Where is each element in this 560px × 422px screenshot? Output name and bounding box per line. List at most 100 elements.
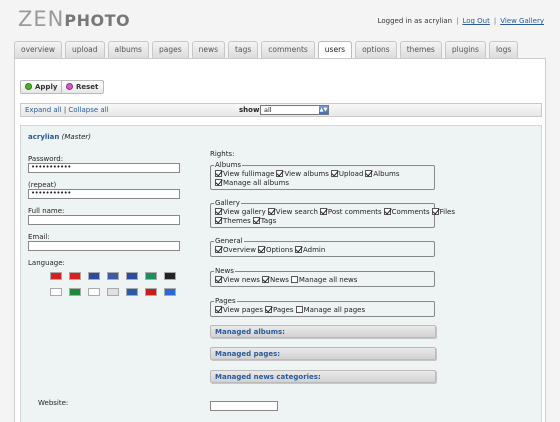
right-option[interactable]: Albums	[365, 170, 399, 178]
right-option[interactable]: View gallery	[215, 208, 266, 216]
flag-icon[interactable]	[145, 288, 157, 296]
tab-upload[interactable]: upload	[65, 41, 105, 58]
checkbox[interactable]	[330, 170, 338, 177]
user-role: (Master)	[61, 133, 92, 141]
right-option[interactable]: Manage all pages	[295, 306, 365, 314]
user-heading: acrylian (Master)	[28, 133, 91, 141]
flag-icon[interactable]	[164, 288, 176, 296]
password-input[interactable]: •••••••••••	[28, 163, 180, 173]
website-input[interactable]	[210, 401, 278, 411]
checkbox[interactable]	[252, 217, 260, 224]
right-option[interactable]: Manage all albums	[215, 179, 289, 187]
tab-themes[interactable]: themes	[399, 41, 442, 58]
right-option[interactable]: News	[261, 276, 289, 284]
checkbox[interactable]	[215, 179, 222, 186]
right-option[interactable]: Options	[257, 246, 293, 254]
flag-icon[interactable]	[69, 272, 81, 280]
checkbox-label: View news	[223, 276, 260, 284]
checkbox[interactable]	[215, 170, 222, 177]
right-option[interactable]: Pages	[264, 306, 294, 314]
show-select[interactable]: all ▲▼	[260, 105, 329, 115]
reset-button[interactable]: Reset	[61, 80, 105, 94]
right-option[interactable]: View fullimage	[215, 170, 274, 178]
flag-icon[interactable]	[50, 272, 62, 280]
collapse-all-link[interactable]: Collapse all	[68, 106, 108, 114]
rights-group-legend: Pages	[214, 297, 237, 305]
right-option[interactable]: Admin	[294, 246, 326, 254]
flag-icon[interactable]	[126, 288, 138, 296]
apply-label: Apply	[35, 83, 58, 91]
tab-plugins[interactable]: plugins	[444, 41, 486, 58]
flag-icon[interactable]	[88, 288, 100, 296]
tab-comments[interactable]: comments	[261, 41, 315, 58]
tab-users[interactable]: users	[317, 41, 353, 59]
tab-news[interactable]: news	[191, 41, 226, 58]
checkbox-label: Overview	[223, 246, 256, 254]
tab-overview[interactable]: overview	[14, 41, 62, 58]
checkbox[interactable]	[215, 306, 222, 313]
right-option[interactable]: Tags	[252, 217, 276, 225]
checkbox-label: Albums	[373, 170, 400, 178]
rights-group-legend: Gallery	[214, 199, 241, 207]
tab-albums[interactable]: albums	[107, 41, 149, 58]
managed-section-0[interactable]: Managed albums:	[210, 325, 436, 338]
checkbox[interactable]	[319, 208, 327, 215]
checkbox[interactable]	[365, 170, 373, 177]
logout-link[interactable]: Log Out	[462, 17, 489, 25]
checkbox[interactable]	[295, 306, 303, 313]
flag-icon[interactable]	[88, 272, 100, 280]
right-option[interactable]: View pages	[215, 306, 263, 314]
right-option[interactable]: Comments	[383, 208, 430, 216]
tab-pages[interactable]: pages	[151, 41, 189, 58]
checkbox[interactable]	[215, 208, 222, 215]
tab-options[interactable]: options	[355, 41, 397, 58]
reset-label: Reset	[76, 83, 99, 91]
flag-icon[interactable]	[164, 272, 176, 280]
right-option[interactable]: Themes	[215, 217, 251, 225]
view-gallery-link[interactable]: View Gallery	[500, 17, 544, 25]
flag-icon[interactable]	[107, 272, 119, 280]
flag-icon[interactable]	[126, 272, 138, 280]
checkbox[interactable]	[257, 246, 265, 253]
fullname-label: Full name:	[28, 207, 65, 215]
right-option[interactable]: Post comments	[319, 208, 382, 216]
flag-icon[interactable]	[107, 288, 119, 296]
checkbox[interactable]	[264, 306, 272, 313]
checkbox[interactable]	[261, 276, 269, 283]
checkbox[interactable]	[215, 217, 222, 224]
apply-button[interactable]: Apply	[20, 80, 64, 94]
rights-group-legend: General	[214, 237, 244, 245]
right-option[interactable]: View news	[215, 276, 260, 284]
managed-section-1[interactable]: Managed pages:	[210, 347, 436, 360]
right-option[interactable]: Manage all news	[290, 276, 357, 284]
checkbox[interactable]	[431, 208, 439, 215]
right-option[interactable]: Upload	[330, 170, 363, 178]
email-input[interactable]	[28, 241, 180, 251]
right-option[interactable]: Overview	[215, 246, 256, 254]
checkbox-label: Themes	[223, 217, 251, 225]
right-option[interactable]: Files	[431, 208, 455, 216]
flag-icon[interactable]	[145, 272, 157, 280]
right-option[interactable]: View search	[267, 208, 318, 216]
fullname-input[interactable]	[28, 215, 180, 225]
right-option[interactable]: View albums	[276, 170, 329, 178]
check-icon	[25, 83, 32, 90]
password-repeat-input[interactable]: •••••••••••	[28, 189, 180, 199]
checkbox[interactable]	[290, 276, 298, 283]
managed-section-2[interactable]: Managed news categories:	[210, 370, 436, 383]
checkbox[interactable]	[267, 208, 275, 215]
rights-group-general: General Overview Options Admin	[210, 237, 435, 257]
expand-all-link[interactable]: Expand all	[25, 106, 62, 114]
checkbox[interactable]	[215, 246, 222, 253]
checkbox[interactable]	[383, 208, 391, 215]
checkbox[interactable]	[294, 246, 302, 253]
checkbox[interactable]	[276, 170, 284, 177]
checkbox-label: Admin	[302, 246, 326, 254]
managed-section-label: Managed pages:	[215, 350, 281, 358]
checkbox[interactable]	[215, 276, 222, 283]
tab-logs[interactable]: logs	[488, 41, 519, 58]
flag-icon[interactable]	[69, 288, 81, 296]
flag-icon[interactable]	[50, 288, 62, 296]
checkbox-label: View albums	[284, 170, 329, 178]
tab-tags[interactable]: tags	[228, 41, 259, 58]
